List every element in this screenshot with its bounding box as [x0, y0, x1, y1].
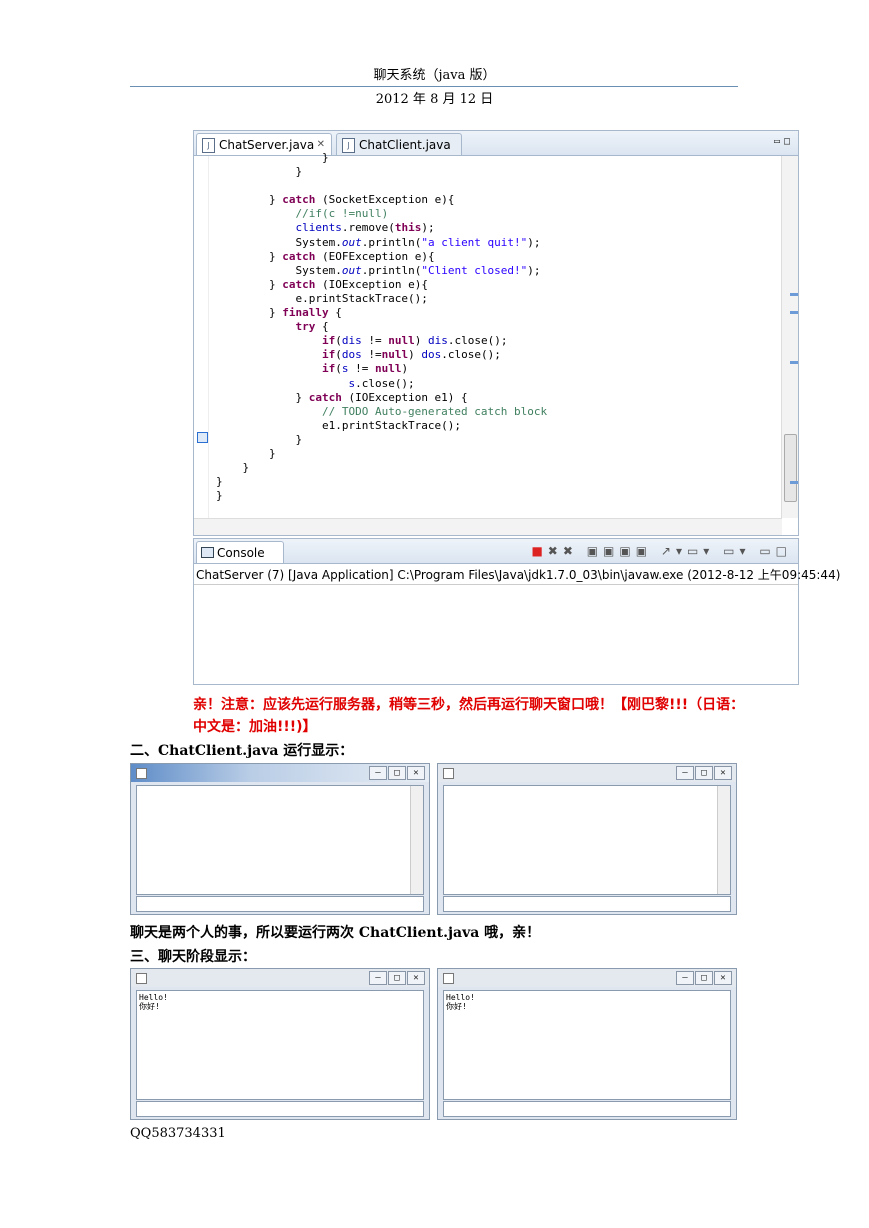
chat-display-area[interactable]: Hello! 你好! — [136, 990, 424, 1100]
tab-label: ChatServer.java — [219, 138, 315, 152]
chat-input-field[interactable] — [443, 1101, 731, 1117]
scrollbar-thumb[interactable] — [784, 434, 797, 502]
tab-label: ChatClient.java — [359, 138, 451, 152]
console-launch-info: ChatServer (7) [Java Application] C:\Pro… — [196, 568, 841, 582]
code-text: } } } catch (SocketException e){ //if(c … — [216, 151, 548, 503]
console-icon — [201, 547, 214, 558]
console-panel: Console ■✖✖ ▣▣▣▣ ↗▾▭▾ ▭▾ ▭□ ChatServer (… — [193, 538, 841, 685]
chat-input-field[interactable] — [136, 1101, 424, 1117]
header-date: 2012 年 8 月 12 日 — [375, 92, 494, 107]
window-controls[interactable]: – □ ✕ — [675, 766, 732, 780]
header-title: 聊天系统（java 版） — [373, 68, 496, 83]
chat-messages: Hello! 你好! — [446, 993, 475, 1011]
overview-marker[interactable] — [790, 481, 798, 484]
chat-display-area[interactable] — [443, 785, 731, 895]
chat-display-area[interactable]: Hello! 你好! — [443, 990, 731, 1100]
chat-input-field[interactable] — [443, 896, 731, 912]
section-3-heading: 三、聊天阶段显示： — [130, 949, 256, 965]
window-controls[interactable]: – □ ✕ — [368, 971, 425, 985]
client-window-2: – □ ✕ — [437, 763, 737, 915]
between-text: 聊天是两个人的事，所以要运行两次 ChatClient.java 哦，亲！ — [130, 925, 541, 941]
overview-marker[interactable] — [790, 361, 798, 364]
client-window-1: – □ ✕ — [130, 763, 430, 915]
minimize-maximize-icons[interactable]: ▭□ — [774, 136, 794, 147]
console-output-area[interactable] — [194, 584, 798, 685]
window-controls[interactable]: – □ ✕ — [368, 766, 425, 780]
window-titlebar[interactable]: – □ ✕ — [131, 764, 429, 782]
editor-vertical-scrollbar[interactable] — [781, 156, 798, 518]
java-app-icon — [443, 768, 454, 779]
editor-horizontal-scrollbar[interactable] — [194, 518, 782, 535]
window-titlebar[interactable]: – □ ✕ — [131, 969, 429, 987]
window-controls[interactable]: – □ ✕ — [675, 971, 732, 985]
editor-gutter — [194, 156, 209, 518]
chat-window-2: – □ ✕ Hello! 你好! — [437, 968, 737, 1120]
console-tab-label: Console — [217, 546, 265, 560]
overview-marker[interactable] — [790, 293, 798, 296]
java-app-icon — [136, 973, 147, 984]
window-titlebar[interactable]: – □ ✕ — [438, 969, 736, 987]
red-warning-note: 亲！注意：应该先运行服务器，稍等三秒，然后再运行聊天窗口哦！【刚巴黎!!!（日语… — [193, 697, 745, 735]
java-app-icon — [136, 768, 147, 779]
java-file-icon: J — [202, 138, 215, 153]
task-marker-icon[interactable] — [197, 432, 208, 443]
scrollbar[interactable] — [410, 786, 423, 894]
java-app-icon — [443, 973, 454, 984]
window-titlebar[interactable]: – □ ✕ — [438, 764, 736, 782]
scrollbar[interactable] — [717, 786, 730, 894]
section-2-heading: 二、ChatClient.java 运行显示： — [130, 743, 354, 759]
console-tab-bar: Console ■✖✖ ▣▣▣▣ ↗▾▭▾ ▭▾ ▭□ — [194, 539, 798, 564]
chat-messages: Hello! 你好! — [139, 993, 168, 1011]
terminate-icon: ■ — [531, 544, 548, 558]
header-divider — [130, 86, 738, 87]
code-editor-panel: J ChatServer.java ✕ J ChatClient.java ▭□… — [193, 130, 799, 536]
chat-window-1: – □ ✕ Hello! 你好! — [130, 968, 430, 1120]
tab-console[interactable]: Console — [196, 541, 284, 563]
footer-qq: QQ583734331 — [130, 1126, 226, 1141]
chat-input-field[interactable] — [136, 896, 424, 912]
console-toolbar[interactable]: ■✖✖ ▣▣▣▣ ↗▾▭▾ ▭▾ ▭□ — [531, 544, 792, 558]
overview-marker[interactable] — [790, 311, 798, 314]
chat-display-area[interactable] — [136, 785, 424, 895]
